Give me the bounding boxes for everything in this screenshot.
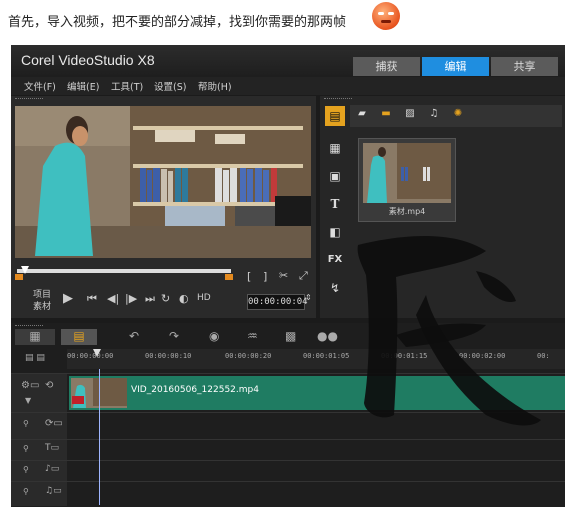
ruler-tick: 00:00:00:20 (225, 352, 272, 360)
track-header: ⚲ ♪▭ (11, 461, 67, 481)
trim-marker-left[interactable] (15, 274, 23, 280)
lock-icon[interactable]: ⚲ (23, 419, 29, 428)
mark-in-button[interactable]: [ (247, 270, 251, 283)
scissors-icon[interactable]: ✂ (279, 269, 288, 282)
video-filter-icon[interactable]: ▬ (378, 108, 394, 122)
watermark-calligraphy (357, 235, 541, 426)
ruler-tick: 00:00:00:00 (67, 352, 114, 360)
instant-project-icon[interactable]: ▦ (325, 138, 345, 158)
to-end-icon[interactable]: ⏭ (145, 292, 155, 306)
chevron-down-icon[interactable]: ▼ (25, 396, 31, 405)
redo-icon[interactable]: ↷ (169, 329, 179, 345)
photo-filter-icon[interactable]: ▨ (402, 108, 418, 122)
record-icon[interactable]: ◉ (209, 329, 219, 345)
lock-icon[interactable]: ⚲ (23, 487, 29, 496)
video-preview (15, 106, 311, 258)
timecode-stepper[interactable]: ⇕ (305, 293, 312, 302)
mark-out-button[interactable]: ] (263, 270, 267, 283)
play-icon[interactable]: ▶ (63, 291, 73, 306)
trim-marker-right[interactable] (225, 274, 233, 280)
mode-clip[interactable]: 素材 (33, 299, 51, 312)
library-toolbar: ▰ ▬ ▨ ♫ ✺ (350, 105, 562, 127)
track-header: ⚲ T▭ (11, 440, 67, 460)
overlay-track-icon[interactable]: ⟳▭ (45, 418, 63, 429)
folder-icon[interactable]: ▰ (354, 108, 370, 122)
transition-icon[interactable]: ▣ (325, 166, 345, 186)
voice-track: ⚲ ♪▭ (11, 460, 565, 481)
menu-tools[interactable]: 工具(T) (111, 79, 143, 93)
library-thumbnail (363, 143, 451, 203)
ruler-tick: 00:00:00:10 (145, 352, 192, 360)
menu-help[interactable]: 帮助(H) (198, 79, 232, 93)
timeline-view-icon[interactable]: ▤ (61, 329, 97, 345)
tab-share[interactable]: 共享 (491, 57, 558, 76)
player-panel: [ ] ✂ ⤢ 项目 素材 ▶ ⏮ ◀| |▶ ⏭ ↻ ◐ HD 00:00:0… (11, 96, 316, 318)
emoticon-icon (372, 2, 400, 30)
panel-grip[interactable] (324, 98, 352, 102)
library-item[interactable]: 素材.mp4 (358, 138, 456, 222)
motion-tracking-icon[interactable]: ●● (317, 329, 338, 345)
ripple-icon[interactable]: ⟲ (45, 380, 53, 391)
storyboard-view-icon[interactable]: ▦ (15, 329, 55, 345)
tab-edit[interactable]: 编辑 (422, 57, 489, 76)
sort-icon[interactable]: ✺ (450, 108, 466, 122)
menu-edit[interactable]: 编辑(E) (67, 79, 99, 93)
track-header: ⚲ ♫▭ (11, 482, 67, 506)
track-manager-icon[interactable]: ▤ ▤ (25, 353, 45, 363)
timecode-field[interactable]: 00:00:00:04 (247, 294, 308, 310)
music-track: ⚲ ♫▭ (11, 481, 565, 506)
scrub-bar[interactable] (17, 269, 231, 273)
repeat-icon[interactable]: ↻ (161, 292, 170, 305)
undo-icon[interactable]: ↶ (129, 329, 139, 345)
library-item-label: 素材.mp4 (388, 207, 426, 216)
title-track-icon[interactable]: T▭ (45, 443, 59, 453)
menu-bar: 文件(F) 编辑(E) 工具(T) 设置(S) 帮助(H) (11, 77, 565, 95)
video-track-icon[interactable]: ⚙▭ (21, 380, 39, 391)
menu-settings[interactable]: 设置(S) (154, 79, 186, 93)
music-track-icon[interactable]: ♫▭ (45, 486, 62, 496)
next-frame-icon[interactable]: |▶ (125, 292, 137, 305)
clip-label: VID_20160506_122552.mp4 (131, 385, 259, 395)
to-start-icon[interactable]: ⏮ (87, 292, 97, 306)
tab-capture[interactable]: 捕获 (353, 57, 420, 76)
title-track: ⚲ T▭ (11, 439, 565, 460)
lock-icon[interactable]: ⚲ (23, 465, 29, 474)
caption-text: 首先，导入视频，把不要的部分减掉，找到你需要的那两帧 (8, 15, 347, 30)
track-header: ⚲ ⟳▭ (11, 413, 67, 439)
audio-filter-icon[interactable]: ♫ (426, 108, 442, 122)
voice-track-icon[interactable]: ♪▭ (45, 464, 59, 474)
media-icon[interactable]: ▤ (325, 106, 345, 126)
menu-file[interactable]: 文件(F) (24, 79, 56, 93)
title-bar: Corel VideoStudio X8 捕获 编辑 共享 (11, 45, 565, 77)
title-icon[interactable]: T (325, 194, 345, 214)
track-header: ⚙▭ ⟲ ▼ (11, 374, 67, 412)
hd-button[interactable]: HD (197, 293, 211, 303)
sound-mixer-icon[interactable]: ♒ (247, 329, 258, 345)
volume-icon[interactable]: ◐ (179, 292, 189, 305)
prev-frame-icon[interactable]: ◀| (107, 292, 119, 305)
auto-music-icon[interactable]: ▩ (285, 329, 296, 345)
app-title: Corel VideoStudio X8 (21, 52, 155, 68)
enlarge-icon[interactable]: ⤢ (299, 269, 308, 283)
panel-grip[interactable] (15, 98, 43, 102)
playhead-line (99, 369, 100, 505)
lock-icon[interactable]: ⚲ (23, 444, 29, 453)
